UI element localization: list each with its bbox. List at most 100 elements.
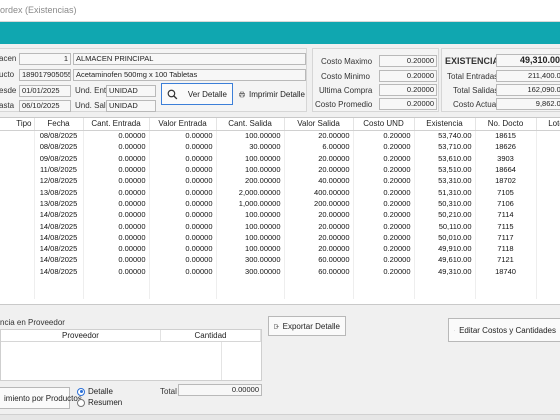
producto-label: ucto (0, 70, 15, 79)
movements-grid[interactable]: Tipo Fecha Cant. Entrada Valor Entrada C… (0, 117, 560, 305)
table-row[interactable]: a14/08/20250.000000.00000300.0000060.000… (0, 265, 560, 277)
table-row[interactable]: a13/08/20250.000000.000002,000.00000400.… (0, 186, 560, 198)
proveedor-table[interactable]: Proveedor Cantidad (0, 329, 262, 381)
cell-lote (536, 186, 560, 198)
ver-detalle-label: Ver Detalle (187, 89, 227, 99)
bottom-scroll-edge (0, 414, 560, 420)
costo-promedio-field: 0.20000 (379, 98, 437, 110)
col-header-costo-und[interactable]: Costo UND (353, 118, 415, 131)
cell-tipo: a (0, 141, 35, 153)
total-field: 0.00000 (178, 384, 262, 396)
cell-lote (536, 209, 560, 221)
radio-resumen[interactable]: Resumen (77, 398, 122, 407)
cell-valor-salida: 20.00000 (284, 209, 354, 221)
empty-cell (284, 276, 354, 289)
cell-existencia: 53,510.00 (414, 163, 476, 176)
cell-lote (536, 141, 560, 153)
radio-detalle[interactable]: Detalle (77, 387, 113, 396)
empty-cell (0, 276, 35, 289)
cell-costo-und: 0.20000 (353, 197, 415, 210)
cell-fecha: 14/08/2025 (34, 231, 84, 243)
cell-valor-entrada: 0.00000 (149, 197, 217, 210)
col-header-no-docto[interactable]: No. Docto (475, 118, 537, 131)
producto-name-field[interactable]: Acetaminofen 500mg x 100 Tabletas (73, 69, 306, 81)
grid-header-row: Tipo Fecha Cant. Entrada Valor Entrada C… (0, 118, 560, 131)
movimiento-productos-button[interactable]: imiento por Productos (0, 387, 82, 409)
cell-no-docto: 3903 (475, 152, 537, 164)
cell-cant-salida: 100.00000 (216, 242, 285, 255)
almacen-code-field[interactable]: 1 (19, 53, 71, 65)
proveedor-col-header[interactable]: Proveedor (1, 330, 161, 342)
cell-valor-salida: 200.00000 (284, 197, 354, 210)
cell-no-docto: 18664 (475, 163, 537, 176)
grid-body: a08/08/20250.000000.00000100.0000020.000… (0, 130, 560, 300)
cell-fecha: 13/08/2025 (34, 186, 84, 198)
cell-existencia: 49,310.00 (414, 265, 476, 277)
total-label: Total (160, 387, 177, 396)
empty-cell (284, 288, 354, 300)
imprimir-detalle-button[interactable]: Imprimir Detalle (237, 83, 307, 105)
cell-fecha: 12/08/2025 (34, 175, 84, 187)
table-row[interactable]: a12/08/20250.000000.00000200.0000040.000… (0, 175, 560, 187)
cell-valor-entrada: 0.00000 (149, 130, 217, 142)
cantidad-col-header[interactable]: Cantidad (161, 330, 261, 342)
cell-cant-entrada: 0.00000 (83, 209, 150, 221)
existencia-panel: EXISTENCIA 49,310.000 Total Entradas 211… (441, 48, 560, 112)
cell-lote (536, 231, 560, 243)
cell-no-docto: 7115 (475, 220, 537, 232)
desde-date-field[interactable]: 01/01/2025 (19, 85, 71, 97)
und-sal-field[interactable]: UNIDAD (106, 100, 156, 112)
table-row[interactable]: a14/08/20250.000000.00000100.0000020.000… (0, 209, 560, 221)
und-ent-field[interactable]: UNIDAD (106, 85, 156, 97)
imprimir-detalle-label: Imprimir Detalle (248, 89, 305, 99)
exportar-detalle-label: Exportar Detalle (282, 321, 340, 331)
empty-cell (149, 288, 217, 300)
filter-panel: acen 1 ALMACEN PRINCIPAL ucto 1890179050… (0, 48, 307, 112)
table-row[interactable]: a09/08/20250.000000.00000100.0000020.000… (0, 152, 560, 164)
table-row[interactable]: a08/08/20250.000000.0000030.000006.00000… (0, 141, 560, 153)
col-header-fecha[interactable]: Fecha (34, 118, 84, 131)
export-icon (274, 323, 279, 329)
table-row[interactable]: a13/08/20250.000000.000001,000.00000200.… (0, 197, 560, 210)
col-header-cant-salida[interactable]: Cant. Salida (216, 118, 285, 131)
cell-existencia: 50,310.00 (414, 197, 476, 210)
cell-lote (536, 130, 560, 142)
col-header-existencia[interactable]: Existencia (414, 118, 476, 131)
table-row[interactable]: a14/08/20250.000000.00000100.0000020.000… (0, 231, 560, 243)
cell-cant-entrada: 0.00000 (83, 197, 150, 210)
cell-costo-und: 0.20000 (353, 141, 415, 153)
cell-costo-und: 0.20000 (353, 209, 415, 221)
cell-existencia: 51,310.00 (414, 186, 476, 198)
exportar-detalle-button[interactable]: Exportar Detalle (268, 316, 346, 336)
cell-lote (536, 152, 560, 164)
cell-cant-salida: 100.00000 (216, 209, 285, 221)
table-row[interactable]: a14/08/20250.000000.00000100.0000020.000… (0, 242, 560, 255)
cell-valor-entrada: 0.00000 (149, 152, 217, 164)
hasta-date-field[interactable]: 06/10/2025 (19, 100, 71, 112)
cell-cant-entrada: 0.00000 (83, 163, 150, 176)
col-header-tipo[interactable]: Tipo (0, 118, 35, 131)
col-header-lote[interactable]: Lote (536, 118, 560, 131)
cell-existencia: 53,740.00 (414, 130, 476, 142)
cell-no-docto: 7121 (475, 254, 537, 266)
ver-detalle-button[interactable]: Ver Detalle (161, 83, 233, 105)
cell-no-docto: 18702 (475, 175, 537, 187)
costo-maximo-label: Costo Maximo (321, 57, 373, 66)
almacen-name-field[interactable]: ALMACEN PRINCIPAL (73, 53, 306, 65)
table-row[interactable]: a14/08/20250.000000.00000100.0000020.000… (0, 220, 560, 232)
col-header-cant-entrada[interactable]: Cant. Entrada (83, 118, 150, 131)
cell-cant-entrada: 0.00000 (83, 186, 150, 198)
empty-row (0, 288, 560, 300)
cell-cant-entrada: 0.00000 (83, 141, 150, 153)
costo-minimo-field: 0.20000 (379, 70, 437, 82)
col-header-valor-entrada[interactable]: Valor Entrada (149, 118, 217, 131)
hasta-label: asta (0, 101, 15, 110)
table-row[interactable]: a11/08/20250.000000.00000100.0000020.000… (0, 163, 560, 176)
cell-valor-entrada: 0.00000 (149, 186, 217, 198)
table-row[interactable]: a14/08/20250.000000.00000300.0000060.000… (0, 254, 560, 266)
cell-cant-salida: 100.00000 (216, 152, 285, 164)
col-header-valor-salida[interactable]: Valor Salida (284, 118, 354, 131)
table-row[interactable]: a08/08/20250.000000.00000100.0000020.000… (0, 130, 560, 142)
producto-code-field[interactable]: 1890179050559 (19, 69, 71, 81)
editar-costos-button[interactable]: Editar Costos y Cantidades (448, 318, 560, 342)
